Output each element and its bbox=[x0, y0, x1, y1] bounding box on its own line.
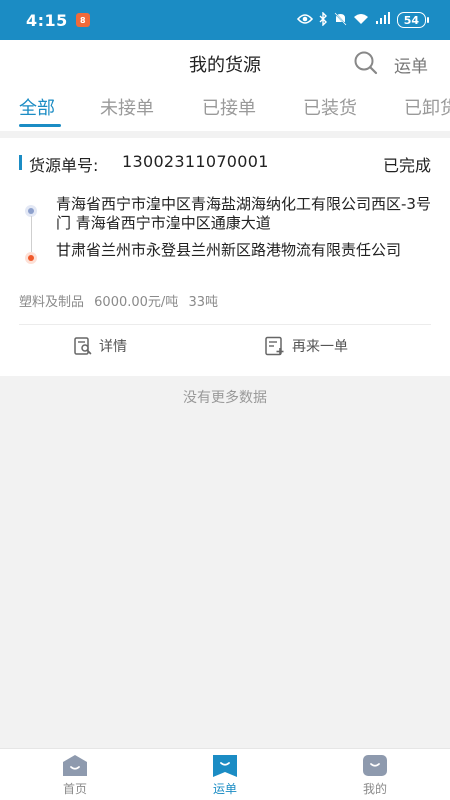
notification-badge: 8 bbox=[75, 13, 90, 27]
status-bar: 4:15 8 54 bbox=[0, 0, 450, 40]
eye-icon bbox=[296, 13, 313, 28]
card-accent-bar bbox=[19, 155, 22, 170]
nav-home[interactable]: 首页 bbox=[45, 754, 105, 797]
battery-indicator: 54 bbox=[396, 12, 430, 28]
tab-unloaded[interactable]: 已卸货 bbox=[404, 94, 450, 120]
document-search-icon bbox=[74, 337, 92, 355]
nav-mine[interactable]: 我的 bbox=[345, 754, 405, 797]
add-document-icon bbox=[265, 336, 284, 356]
origin-address: 青海省西宁市湟中区青海盐湖海纳化工有限公司西区-3号门 青海省西宁市湟中区通康大… bbox=[56, 195, 431, 232]
search-button[interactable] bbox=[352, 49, 380, 77]
order-number: 13002311070001 bbox=[122, 152, 269, 171]
cargo-type: 塑料及制品 bbox=[19, 295, 85, 310]
signal-icon bbox=[375, 12, 391, 28]
card-divider bbox=[19, 324, 431, 325]
waybill-icon bbox=[213, 755, 237, 777]
reorder-button[interactable]: 再来一单 bbox=[264, 336, 348, 356]
nav-waybill-label: 运单 bbox=[212, 782, 237, 796]
cargo-info: 塑料及制品 6000.00元/吨 33吨 bbox=[19, 291, 224, 310]
tab-accepted[interactable]: 已接单 bbox=[202, 94, 256, 120]
order-card[interactable]: 货源单号: 13002311070001 已完成 青海省西宁市湟中区青海盐湖海纳… bbox=[0, 138, 450, 376]
status-time: 4:15 bbox=[26, 10, 68, 30]
bottom-nav: 首页 运单 我的 bbox=[0, 748, 450, 800]
destination-address: 甘肃省兰州市永登县兰州新区路港物流有限责任公司 bbox=[56, 241, 402, 259]
mute-bell-icon bbox=[334, 11, 347, 29]
page-title: 我的货源 bbox=[189, 55, 261, 76]
bluetooth-icon bbox=[319, 10, 328, 29]
reorder-label: 再来一单 bbox=[292, 339, 348, 355]
cargo-price: 6000.00元/吨 bbox=[94, 295, 179, 310]
order-status: 已完成 bbox=[382, 156, 431, 175]
nav-mine-label: 我的 bbox=[362, 782, 387, 796]
cargo-weight: 33吨 bbox=[188, 295, 218, 310]
nav-waybill[interactable]: 运单 bbox=[195, 754, 255, 797]
detail-button[interactable]: 详情 bbox=[73, 336, 127, 356]
route-connector bbox=[31, 216, 32, 256]
tab-not-accepted[interactable]: 未接单 bbox=[100, 94, 154, 120]
nav-home-label: 首页 bbox=[62, 782, 87, 796]
status-tabs: 全部 未接单 已接单 已装货 已卸货 bbox=[0, 85, 450, 131]
app-header: 我的货源 运单 bbox=[0, 40, 450, 85]
search-icon bbox=[354, 51, 378, 75]
tab-all[interactable]: 全部 bbox=[19, 94, 55, 120]
status-icons: 54 bbox=[296, 10, 430, 29]
tab-loaded[interactable]: 已装货 bbox=[303, 94, 357, 120]
list-end-message: 没有更多数据 bbox=[183, 390, 267, 406]
active-tab-indicator bbox=[19, 124, 61, 127]
profile-icon bbox=[363, 755, 387, 776]
waybill-link[interactable]: 运单 bbox=[394, 52, 428, 77]
destination-dot-icon bbox=[25, 252, 37, 264]
detail-label: 详情 bbox=[99, 339, 127, 355]
order-number-label: 货源单号: bbox=[29, 156, 99, 175]
home-icon bbox=[63, 755, 87, 776]
wifi-icon bbox=[353, 13, 369, 28]
